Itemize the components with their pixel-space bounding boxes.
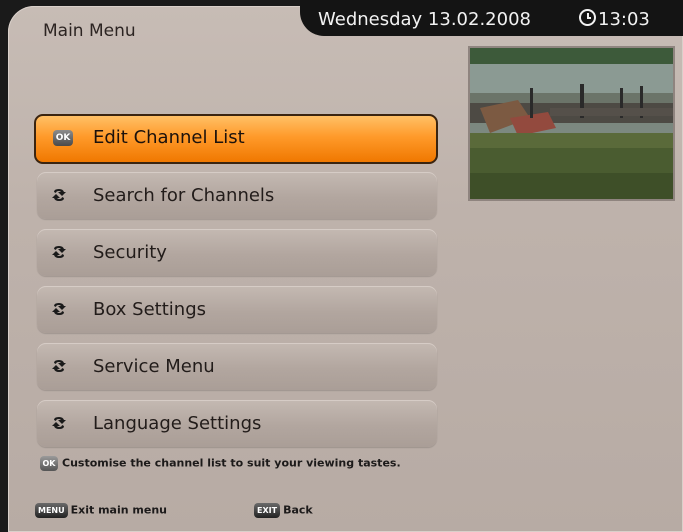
time-text: 13:03 <box>598 9 650 30</box>
arrow-icon <box>52 189 66 201</box>
menu-item-search-for-channels[interactable]: Search for Channels <box>37 172 437 219</box>
menu-item-label: Security <box>93 242 167 263</box>
menu-item-label: Service Menu <box>93 356 215 377</box>
footer-exit-main-menu[interactable]: MENU Exit main menu <box>35 503 167 518</box>
page-title: Main Menu <box>43 21 136 41</box>
help-text: OK Customise the channel list to suit you… <box>40 456 401 471</box>
tv-preview-image <box>470 48 673 199</box>
clock-icon <box>579 9 596 26</box>
help-text-label: Customise the channel list to suit your … <box>62 456 401 470</box>
menu-item-label: Language Settings <box>93 413 262 434</box>
menu-item-service-menu[interactable]: Service Menu <box>37 343 437 390</box>
ok-key-icon: OK <box>40 456 58 471</box>
time-display: 13:03 <box>579 9 650 30</box>
arrow-icon <box>52 417 66 429</box>
menu-item-language-settings[interactable]: Language Settings <box>37 400 437 447</box>
arrow-icon <box>52 303 66 315</box>
menu-item-label: Search for Channels <box>93 185 275 206</box>
menu-item-security[interactable]: Security <box>37 229 437 276</box>
tv-preview-window <box>468 46 675 201</box>
date-display: Wednesday 13.02.2008 <box>318 9 531 30</box>
exit-key-icon: EXIT <box>254 503 281 518</box>
footer-back[interactable]: EXIT Back <box>254 503 313 518</box>
menu-item-label: Box Settings <box>93 299 207 320</box>
menu-item-box-settings[interactable]: Box Settings <box>37 286 437 333</box>
menu-item-label: Edit Channel List <box>93 127 245 148</box>
footer-menu-label: Exit main menu <box>70 503 167 517</box>
ok-badge-icon: OK <box>53 130 73 146</box>
menu-item-edit-channel-list[interactable]: OK Edit Channel List <box>34 114 438 164</box>
menu-key-icon: MENU <box>35 503 68 518</box>
arrow-icon <box>52 360 66 372</box>
arrow-icon <box>52 246 66 258</box>
footer-exit-label: Back <box>283 503 313 517</box>
